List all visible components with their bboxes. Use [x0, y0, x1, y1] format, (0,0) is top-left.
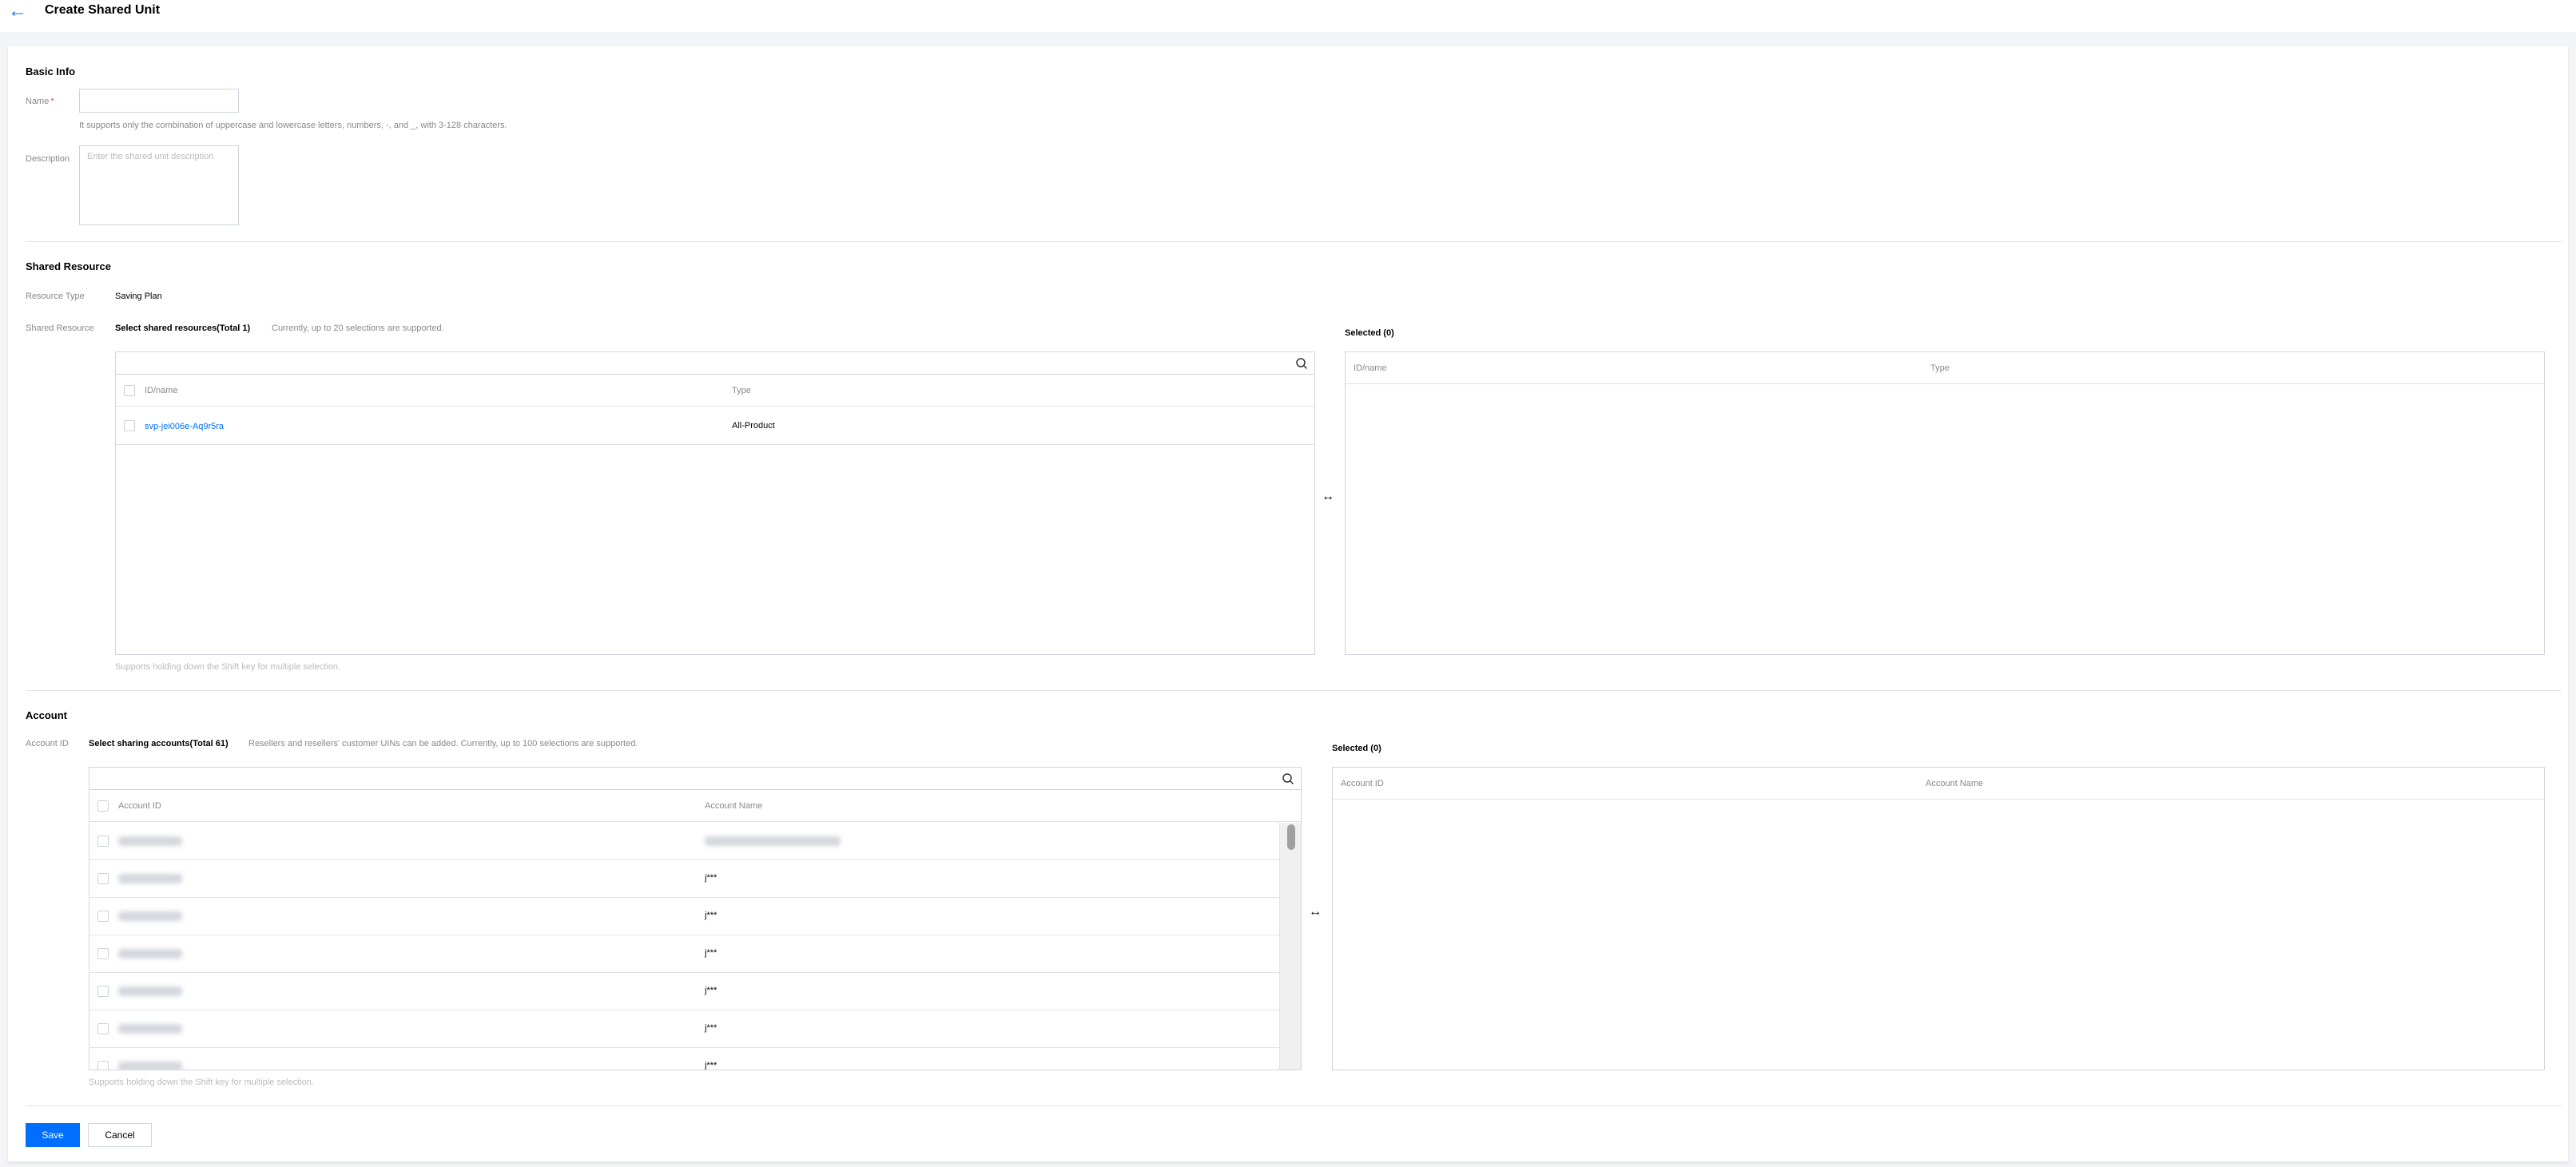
description-label: Description [26, 154, 70, 164]
table-row[interactable]: j*** [89, 898, 1279, 935]
section-title-shared-resource: Shared Resource [26, 260, 111, 272]
page-title: Create Shared Unit [45, 3, 161, 17]
account-name-cell: j*** [705, 1061, 718, 1070]
search-icon[interactable] [1295, 357, 1308, 370]
table-row[interactable]: j*** [89, 860, 1279, 898]
row-checkbox[interactable] [97, 836, 109, 847]
swap-arrows-icon: ↔ [1322, 490, 1334, 503]
account-selected-panel: Account ID Account Name [1332, 767, 2545, 1070]
redacted-account-name [705, 836, 841, 846]
row-checkbox[interactable] [97, 986, 109, 997]
table-row[interactable]: j*** [89, 973, 1279, 1010]
arrow-left-icon[interactable]: ← [8, 2, 27, 21]
column-header-account-id: Account ID [118, 801, 161, 811]
column-header-id-name: ID/name [1354, 363, 1387, 373]
resource-table-header: ID/name Type [116, 375, 1314, 407]
section-title-basic-info: Basic Info [26, 65, 76, 77]
resource-id-link[interactable]: svp-jei006e-Aq9r5ra [145, 421, 224, 432]
redacted-account-id [118, 1024, 182, 1034]
resource-type-value: Saving Plan [115, 292, 162, 301]
account-id-label: Account ID [26, 739, 69, 748]
selected-resources-title: Selected (0) [1345, 328, 1394, 338]
selected-resource-table-header: ID/name Type [1346, 352, 2544, 384]
selected-accounts-title: Selected (0) [1332, 744, 1381, 753]
description-placeholder: Enter the shared unit description [87, 152, 214, 161]
search-icon[interactable] [1282, 772, 1294, 785]
divider [26, 241, 2562, 242]
name-input[interactable] [79, 89, 239, 113]
row-checkbox[interactable] [124, 420, 135, 431]
column-header-type: Type [1930, 363, 1950, 373]
redacted-account-id [118, 874, 182, 883]
select-all-accounts-checkbox[interactable] [97, 800, 109, 812]
column-header-id-name: ID/name [145, 386, 178, 395]
save-button[interactable]: Save [26, 1123, 80, 1147]
account-table-header: Account ID Account Name [89, 790, 1301, 822]
account-name-cell: j*** [705, 911, 718, 920]
select-all-resources-checkbox[interactable] [124, 385, 135, 396]
select-accounts-hint: Resellers and resellers' customer UINs c… [248, 739, 638, 748]
resource-type-label: Resource Type [26, 292, 85, 301]
section-title-account: Account [26, 709, 67, 721]
account-name-cell: j*** [705, 873, 718, 883]
column-header-account-name: Account Name [705, 801, 763, 811]
account-source-panel: Account ID Account Name j*** j*** j*** j… [89, 767, 1302, 1070]
select-resources-title: Select shared resources(Total 1) [115, 324, 251, 333]
shared-resource-label: Shared Resource [26, 324, 94, 333]
account-name-cell: j*** [705, 1023, 718, 1033]
resource-source-panel: ID/name Type svp-jei006e-Aq9r5ra All-Pro… [115, 351, 1315, 655]
form-card: Basic Info Name * It supports only the co… [8, 46, 2568, 1161]
redacted-account-id [118, 836, 182, 846]
account-name-cell: j*** [705, 986, 718, 995]
table-row[interactable]: j*** [89, 1048, 1279, 1070]
column-header-type: Type [732, 386, 751, 395]
select-resources-hint: Currently, up to 20 selections are suppo… [272, 324, 444, 333]
name-hint: It supports only the combination of uppe… [79, 121, 507, 130]
scrollbar-thumb[interactable] [1287, 824, 1295, 850]
row-checkbox[interactable] [97, 948, 109, 959]
row-checkbox[interactable] [97, 911, 109, 922]
divider [26, 690, 2562, 691]
divider [26, 1105, 2562, 1106]
required-mark: * [50, 97, 54, 106]
table-row[interactable]: j*** [89, 935, 1279, 973]
top-bar: ← Create Shared Unit [0, 0, 2576, 32]
row-checkbox[interactable] [97, 1061, 109, 1070]
table-row[interactable] [89, 823, 1279, 860]
account-name-cell: j*** [705, 948, 718, 958]
swap-arrows-icon: ↔ [1309, 905, 1322, 919]
redacted-account-id [118, 911, 182, 921]
resource-selected-panel: ID/name Type [1345, 351, 2545, 655]
name-label: Name * [26, 97, 54, 106]
column-header-account-id: Account ID [1341, 779, 1384, 788]
account-search-input[interactable] [89, 768, 1301, 790]
redacted-account-id [118, 1062, 182, 1070]
resource-type-cell: All-Product [732, 421, 775, 431]
table-row[interactable]: svp-jei006e-Aq9r5ra All-Product [116, 407, 1314, 445]
redacted-account-id [118, 986, 182, 996]
row-checkbox[interactable] [97, 873, 109, 884]
redacted-account-id [118, 949, 182, 959]
account-list-scrollbar[interactable] [1279, 823, 1301, 1070]
row-checkbox[interactable] [97, 1023, 109, 1034]
column-header-account-name: Account Name [1926, 779, 1984, 788]
select-accounts-title: Select sharing accounts(Total 61) [89, 739, 229, 748]
resource-multi-select-hint: Supports holding down the Shift key for … [115, 662, 340, 672]
selected-account-table-header: Account ID Account Name [1333, 768, 2544, 800]
table-row[interactable]: j*** [89, 1010, 1279, 1048]
cancel-button[interactable]: Cancel [88, 1123, 152, 1147]
resource-search-input[interactable] [116, 352, 1314, 375]
account-multi-select-hint: Supports holding down the Shift key for … [89, 1078, 314, 1087]
description-input[interactable]: Enter the shared unit description [79, 145, 239, 225]
